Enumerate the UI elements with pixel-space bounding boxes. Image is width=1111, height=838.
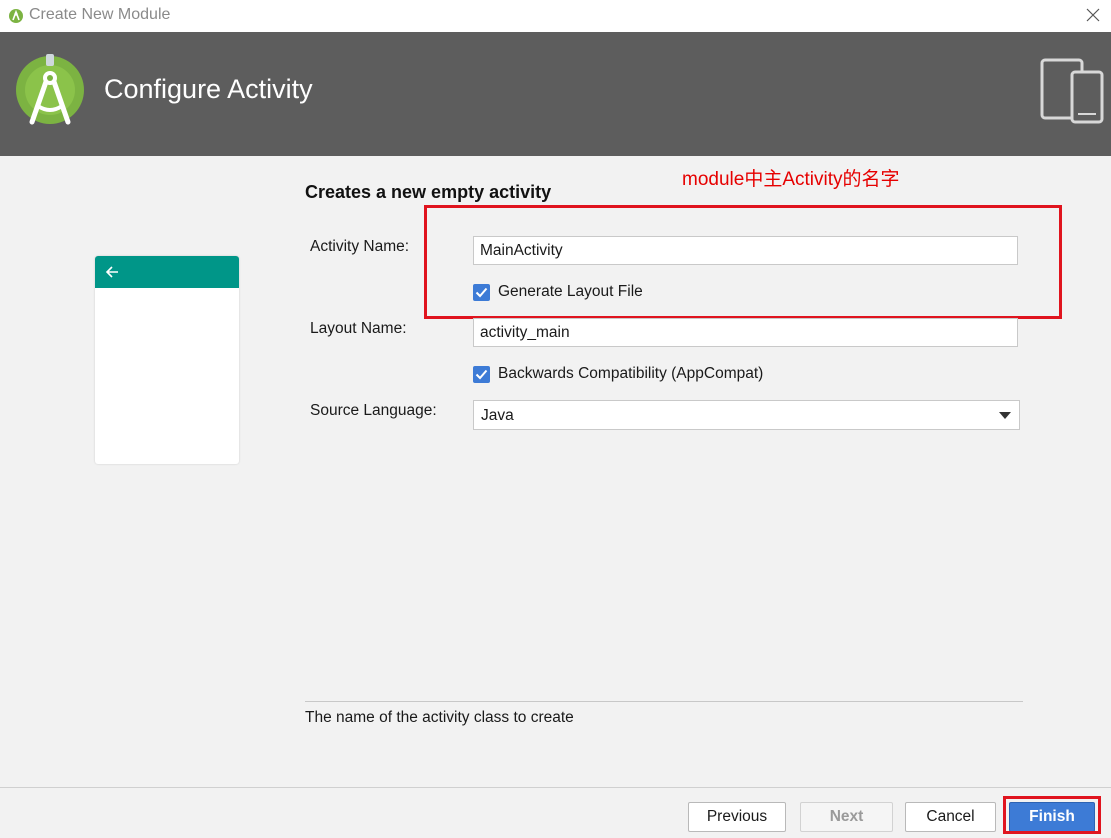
section-title: Creates a new empty activity: [305, 182, 552, 202]
activity-preview: [95, 256, 239, 464]
footer-divider: [0, 787, 1111, 788]
android-studio-logo: [16, 54, 84, 125]
android-studio-small-icon: [9, 9, 23, 23]
backwards-compat-checkbox-row[interactable]: Backwards Compatibility (AppCompat): [473, 363, 763, 385]
layout-name-input[interactable]: [473, 318, 1018, 347]
source-language-value: Java: [481, 407, 514, 424]
next-button[interactable]: Next: [800, 802, 893, 832]
chevron-down-icon: [999, 412, 1011, 419]
annotation-note: module中主Activity的名字: [682, 169, 900, 190]
window-title: Create New Module: [29, 6, 171, 23]
arrow-left-icon: [105, 266, 118, 278]
source-language-label: Source Language:: [310, 402, 437, 419]
activity-name-label: Activity Name:: [310, 238, 410, 255]
checkmark-icon: [475, 369, 488, 379]
finish-highlight-box: [1003, 796, 1101, 834]
source-language-select[interactable]: Java: [473, 400, 1020, 430]
preview-appbar: [95, 256, 239, 288]
previous-button[interactable]: Previous: [688, 802, 786, 832]
close-icon: [1086, 8, 1100, 22]
devices-icon: [1040, 58, 1104, 124]
help-divider: [305, 701, 1023, 702]
layout-name-label: Layout Name:: [310, 320, 407, 337]
backwards-compat-label: Backwards Compatibility (AppCompat): [498, 365, 764, 382]
page-title: Configure Activity: [104, 74, 313, 104]
help-text: The name of the activity class to create: [305, 709, 574, 726]
window-titlebar: Create New Module: [0, 0, 1111, 32]
backwards-compat-checkbox[interactable]: [473, 365, 490, 383]
cancel-button[interactable]: Cancel: [905, 802, 996, 832]
wizard-header: Configure Activity: [0, 32, 1111, 156]
close-button[interactable]: [1081, 3, 1105, 27]
highlight-box: [424, 205, 1062, 319]
